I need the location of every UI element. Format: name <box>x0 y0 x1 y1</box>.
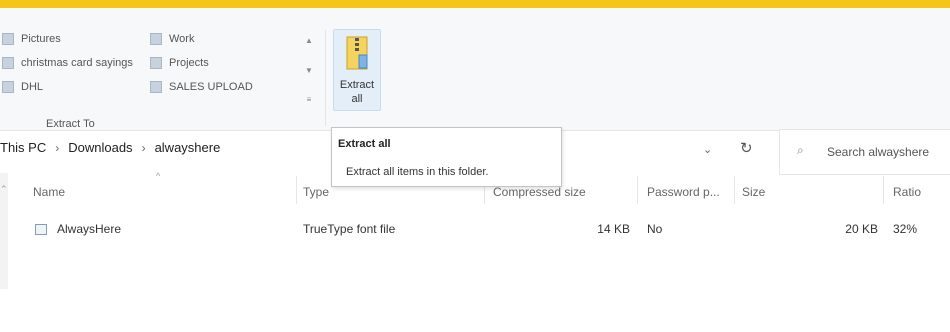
destination-label: SALES UPLOAD <box>169 81 253 93</box>
search-box[interactable]: ⌕ Search alwayshere <box>779 129 950 175</box>
chevron-up-icon[interactable]: ▲ <box>305 36 313 45</box>
divider[interactable] <box>637 176 638 204</box>
folder-icon <box>2 57 14 69</box>
tooltip-title: Extract all <box>338 138 391 150</box>
divider[interactable] <box>883 176 884 204</box>
file-compressed-size: 14 KB <box>597 222 630 236</box>
destination-sales-upload[interactable]: SALES UPLOAD <box>150 81 253 93</box>
column-header-size[interactable]: Size <box>742 185 765 199</box>
window-top-accent <box>0 0 950 8</box>
breadcrumb-alwayshere[interactable]: alwayshere <box>155 140 221 155</box>
destination-label: Projects <box>169 57 209 69</box>
more-icon[interactable]: ≡ <box>307 95 312 104</box>
folder-icon <box>2 33 14 45</box>
column-header-name[interactable]: Name <box>33 185 65 199</box>
folder-icon <box>150 81 162 93</box>
destination-projects[interactable]: Projects <box>150 57 209 69</box>
destination-christmas-card-sayings[interactable]: christmas card sayings <box>2 57 133 69</box>
file-name: AlwaysHere <box>57 222 122 236</box>
column-header-type[interactable]: Type <box>303 185 329 199</box>
file-ratio: 32% <box>893 222 918 236</box>
refresh-icon[interactable]: ↻ <box>740 139 753 157</box>
folder-icon <box>150 33 162 45</box>
column-header-ratio[interactable]: Ratio <box>893 185 921 199</box>
divider <box>325 30 326 126</box>
search-icon: ⌕ <box>797 143 804 157</box>
column-header-password-protected[interactable]: Password p... <box>647 185 720 199</box>
destination-label: Work <box>169 33 195 45</box>
breadcrumb-this-pc[interactable]: This PC <box>0 140 46 155</box>
destination-label: DHL <box>21 81 44 93</box>
sort-ascending-icon: ^ <box>156 171 161 181</box>
extract-all-button[interactable]: Extract all <box>333 29 381 111</box>
destination-label: Pictures <box>21 33 61 45</box>
divider[interactable] <box>734 176 735 204</box>
file-size: 20 KB <box>845 222 878 236</box>
breadcrumb-downloads[interactable]: Downloads <box>68 140 132 155</box>
destination-pictures[interactable]: Pictures <box>2 33 61 45</box>
breadcrumb[interactable]: This PC › Downloads › alwayshere <box>0 140 220 155</box>
chevron-right-icon: › <box>55 140 60 155</box>
search-input[interactable]: Search alwayshere <box>827 145 929 159</box>
tooltip: Extract all Extract all items in this fo… <box>331 127 562 187</box>
group-label-extract-to: Extract To <box>46 118 95 130</box>
file-password: No <box>647 222 663 236</box>
tooltip-text: Extract all items in this folder. <box>346 166 489 178</box>
destination-label: christmas card sayings <box>21 57 133 69</box>
zip-folder-icon <box>346 36 368 70</box>
chevron-down-icon[interactable]: ▼ <box>305 66 313 75</box>
gallery-scroll[interactable]: ▲ ▼ ≡ <box>302 36 316 104</box>
destination-work[interactable]: Work <box>150 33 194 45</box>
table-row[interactable]: AlwaysHere TrueType font file 14 KB No 2… <box>0 210 950 244</box>
chevron-right-icon: › <box>141 140 146 155</box>
folder-icon <box>150 57 162 69</box>
destination-dhl[interactable]: DHL <box>2 81 43 93</box>
divider[interactable] <box>296 176 297 204</box>
extract-all-label: Extract all <box>339 79 375 105</box>
column-header-compressed-size[interactable]: Compressed size <box>493 185 586 199</box>
font-file-icon <box>35 224 47 235</box>
folder-icon <box>2 81 14 93</box>
ribbon: Pictures christmas card sayings DHL Work… <box>0 8 950 131</box>
file-type: TrueType font file <box>303 222 396 236</box>
chevron-down-icon[interactable]: ⌄ <box>703 143 712 156</box>
chevron-up-icon: ⌃ <box>0 184 8 194</box>
